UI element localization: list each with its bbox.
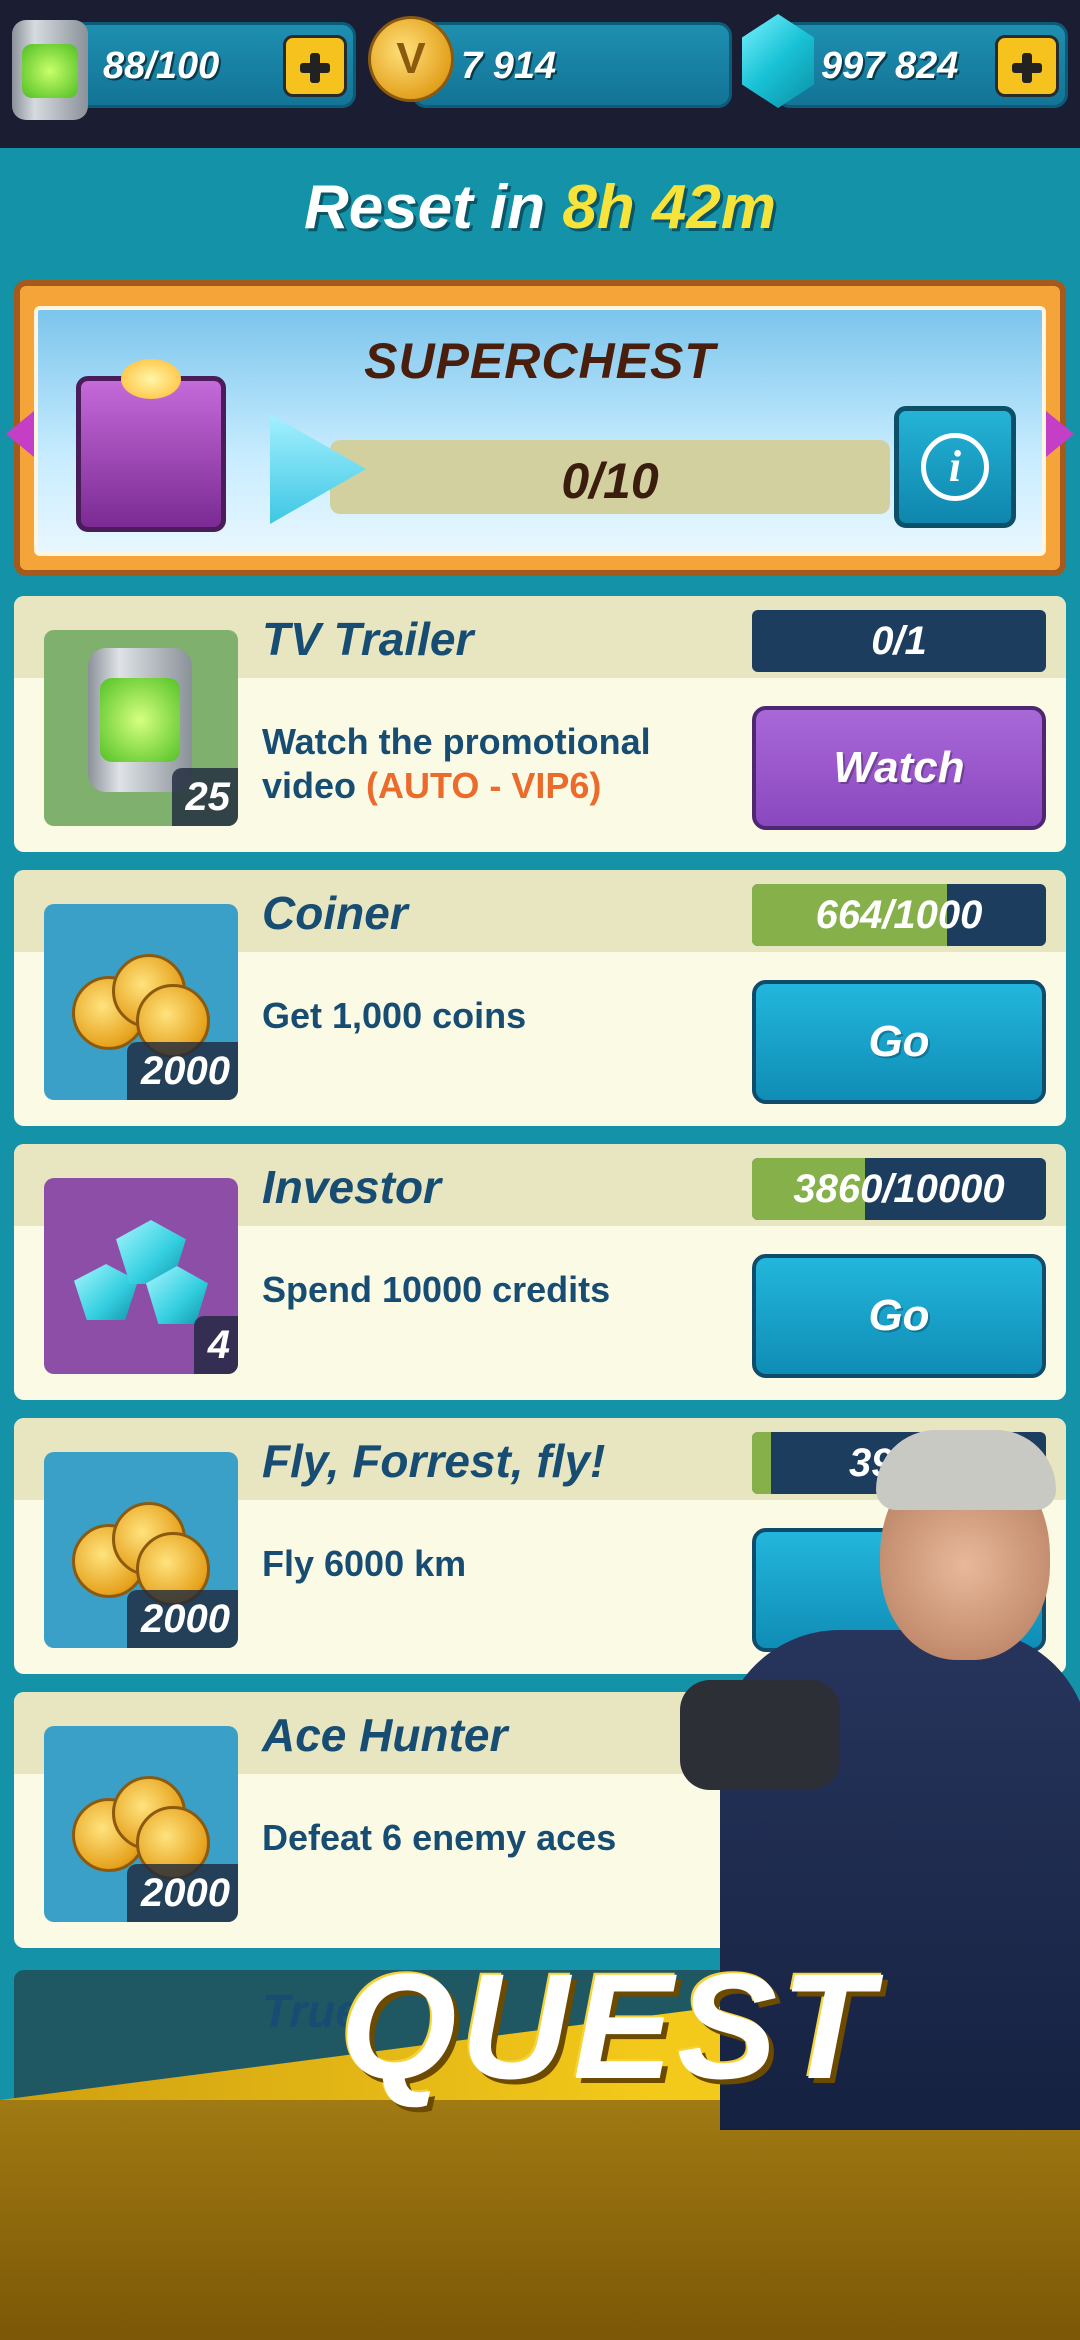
binoculars-icon xyxy=(680,1680,840,1790)
quest-title: Ace Hunter xyxy=(262,1709,508,1761)
quest-banner-text: QUEST xyxy=(340,1942,877,2110)
gems-icon: 4 xyxy=(44,1178,238,1374)
coins-counter: 7 914 xyxy=(412,22,732,108)
gems-counter: 997 824 xyxy=(776,22,1068,108)
quest-description: Get 1,000 coins xyxy=(262,995,527,1036)
coin-icon: V xyxy=(368,16,454,102)
reward-badge: 2000 xyxy=(127,1590,238,1648)
superchest-inner: SUPERCHEST 0/10 i xyxy=(34,306,1046,556)
reward-badge: 2000 xyxy=(127,1864,238,1922)
quest-progress: 0/1 xyxy=(752,610,1046,672)
go-button[interactable]: Go xyxy=(752,980,1046,1104)
quest-card: 25 TV Trailer Watch the promotional vide… xyxy=(14,596,1066,852)
quest-progress: 3860/10000 xyxy=(752,1158,1046,1220)
quest-title: TV Trailer xyxy=(262,613,474,665)
reset-timer: Reset in 8h 42m xyxy=(0,172,1080,243)
reward-badge: 2000 xyxy=(127,1042,238,1100)
reward-badge: 4 xyxy=(193,1316,238,1374)
quest-description: Watch the promotional video (AUTO - VIP6… xyxy=(262,721,651,806)
reward-badge: 25 xyxy=(171,768,238,826)
coins-icon: 2000 xyxy=(44,904,238,1100)
coins-value: 7 914 xyxy=(461,45,557,87)
add-fuel-button[interactable] xyxy=(283,35,347,97)
add-gems-button[interactable] xyxy=(995,35,1059,97)
quest-card: 4 Investor Spend 10000 credits 3860/1000… xyxy=(14,1144,1066,1400)
resource-bar: 88/100 7 914 V 997 824 xyxy=(0,0,1080,148)
quest-progress: 664/1000 xyxy=(752,884,1046,946)
reset-time: 8h 42m xyxy=(562,173,777,242)
quest-progress-text: 0/1 xyxy=(871,619,927,663)
superchest-progress-bar: 0/10 xyxy=(330,440,890,514)
gems-value: 997 824 xyxy=(821,45,959,87)
fuel-value: 88/100 xyxy=(103,45,220,87)
reset-label: Reset in xyxy=(303,173,546,242)
quest-title: Fly, Forrest, fly! xyxy=(262,1435,606,1487)
coins-icon: 2000 xyxy=(44,1726,238,1922)
fuel-icon xyxy=(12,20,88,120)
coins-icon: 2000 xyxy=(44,1452,238,1648)
quest-card: 2000 Coiner Get 1,000 coins 664/1000 Go xyxy=(14,870,1066,1126)
quest-progress-text: 664/1000 xyxy=(815,893,983,937)
go-button[interactable]: Go xyxy=(752,1254,1046,1378)
info-button[interactable]: i xyxy=(894,406,1016,528)
superchest-progress-text: 0/10 xyxy=(561,453,659,509)
info-icon: i xyxy=(921,433,989,501)
watch-button[interactable]: Watch xyxy=(752,706,1046,830)
quest-description: Spend 10000 credits xyxy=(262,1269,611,1310)
quest-progress-text: 3860/10000 xyxy=(793,1167,1005,1211)
quest-description: Fly 6000 km xyxy=(262,1543,467,1584)
bottom-banner xyxy=(0,2100,1080,2340)
fuel-counter: 88/100 xyxy=(60,22,356,108)
quest-title: Coiner xyxy=(262,887,408,939)
fuel-can-icon: 25 xyxy=(44,630,238,826)
chest-icon[interactable] xyxy=(76,359,226,532)
quest-title: Investor xyxy=(262,1161,441,1213)
quest-description: Defeat 6 enemy aces xyxy=(262,1817,617,1858)
superchest-panel: SUPERCHEST 0/10 i xyxy=(6,280,1074,576)
vip-note: (AUTO - VIP6) xyxy=(366,765,602,806)
